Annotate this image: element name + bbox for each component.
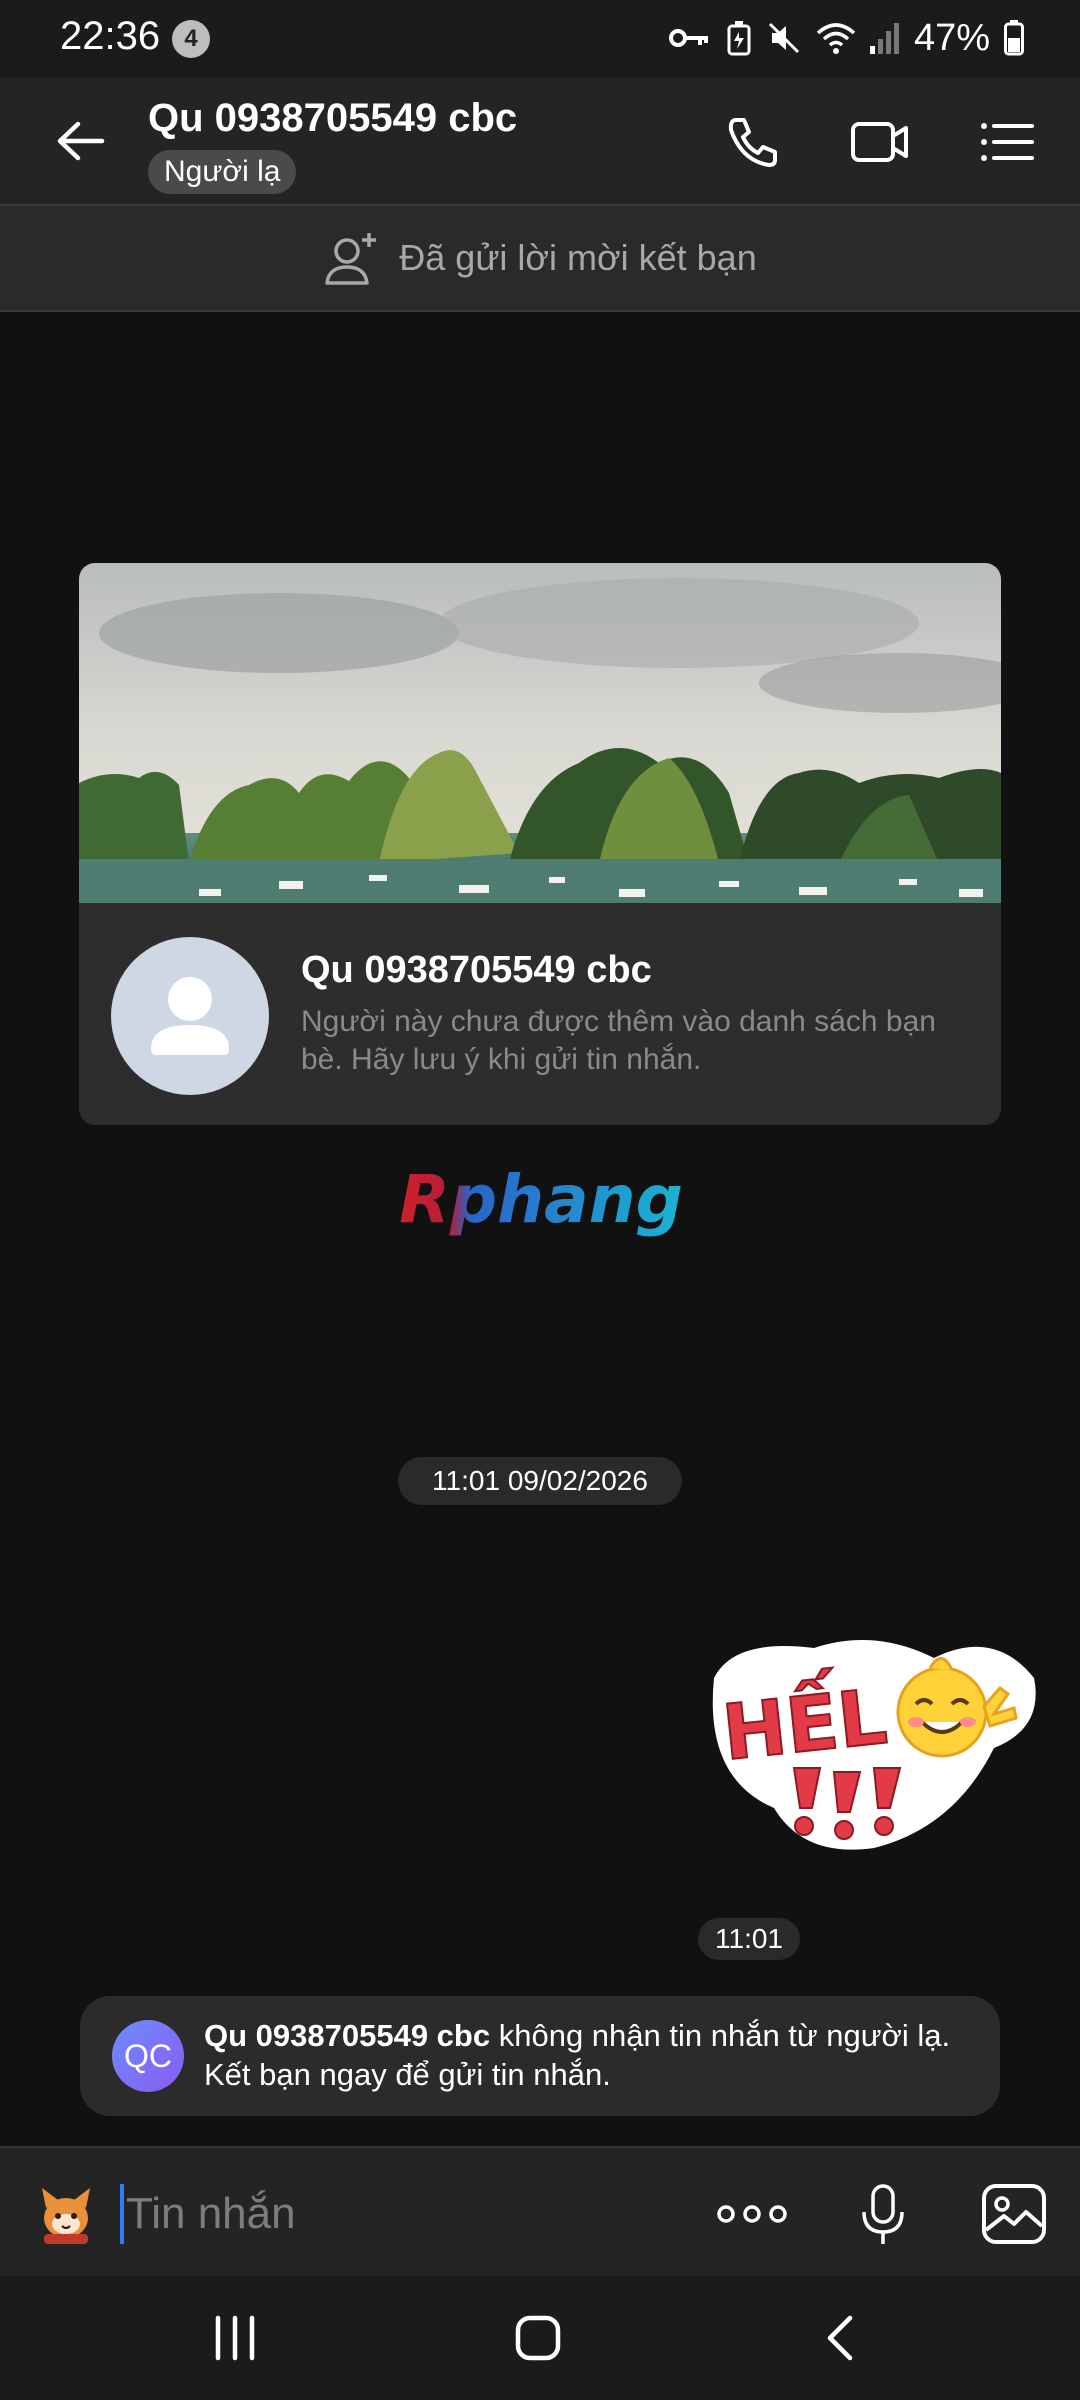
add-friend-icon — [325, 233, 377, 285]
profile-card[interactable]: Qu 0938705549 cbc Người này chưa được th… — [79, 563, 1001, 1125]
friend-request-banner: Đã gửi lời mời kết bạn — [0, 206, 1080, 312]
menu-list-icon — [981, 123, 1034, 161]
watermark-logo: Rphang — [399, 1161, 683, 1238]
back-nav-button[interactable] — [796, 2306, 886, 2370]
default-avatar-icon — [151, 977, 229, 1055]
recent-apps-button[interactable] — [190, 2306, 280, 2370]
status-time: 22:36 — [60, 14, 161, 58]
wifi-icon — [816, 23, 856, 54]
key-icon — [668, 29, 708, 47]
image-gallery-icon — [982, 2184, 1046, 2244]
voice-button[interactable] — [858, 2182, 908, 2246]
status-bar: 22:36 4 47% — [0, 0, 1080, 78]
notice-contact-name[interactable]: Qu 0938705549 cbc — [204, 2018, 490, 2053]
card-contact-name: Qu 0938705549 cbc — [301, 949, 652, 991]
notice-text: Qu 0938705549 cbc không nhận tin nhắn từ… — [204, 2016, 984, 2094]
sticker-timestamp: 11:01 — [698, 1918, 800, 1960]
notice-avatar: QC — [112, 2020, 184, 2092]
call-button[interactable] — [722, 114, 782, 170]
stranger-message-notice: QC Qu 0938705549 cbc không nhận tin nhắn… — [80, 1996, 1000, 2116]
text-cursor — [120, 2184, 124, 2244]
back-button[interactable] — [52, 116, 112, 166]
status-icons: 47% — [668, 14, 1024, 62]
back-nav-icon — [827, 2315, 853, 2361]
gallery-button[interactable] — [980, 2182, 1048, 2246]
system-nav-bar — [0, 2276, 1080, 2400]
more-options-button[interactable] — [716, 2182, 788, 2246]
video-call-button[interactable] — [850, 114, 910, 170]
cover-photo — [79, 563, 1001, 903]
avatar[interactable] — [111, 937, 269, 1095]
notification-count-badge: 4 — [172, 20, 210, 58]
phone-icon — [728, 118, 777, 167]
card-warning-text: Người này chưa được thêm vào danh sách b… — [301, 1005, 936, 1076]
message-input-bar — [0, 2146, 1080, 2276]
date-separator: 11:01 09/02/2026 — [398, 1457, 682, 1505]
message-input[interactable] — [126, 2176, 686, 2252]
mute-icon — [768, 22, 799, 54]
home-icon — [515, 2315, 561, 2361]
microphone-icon — [862, 2184, 904, 2244]
stranger-tag: Người lạ — [148, 150, 297, 194]
battery-percent: 47% — [913, 16, 990, 59]
watermark-text: Rphang — [399, 1161, 683, 1238]
contact-name[interactable]: Qu 0938705549 cbc — [148, 96, 517, 141]
home-button[interactable] — [493, 2306, 583, 2370]
chat-header: Qu 0938705549 cbc Người lạ — [0, 78, 1080, 206]
battery-saver-icon — [727, 21, 751, 56]
recent-apps-icon — [215, 2315, 255, 2361]
battery-icon — [1004, 20, 1024, 56]
more-options-icon — [717, 2205, 787, 2223]
hello-sticker[interactable]: HẾL — [694, 1608, 1044, 1858]
friend-request-status: Đã gửi lời mời kết bạn — [399, 237, 757, 278]
sticker-button[interactable] — [30, 2178, 102, 2250]
back-arrow-icon — [57, 121, 105, 161]
video-call-icon — [851, 122, 908, 162]
signal-icon — [869, 23, 899, 54]
menu-button[interactable] — [978, 114, 1038, 170]
sticker-emoji-icon — [42, 2188, 90, 2244]
